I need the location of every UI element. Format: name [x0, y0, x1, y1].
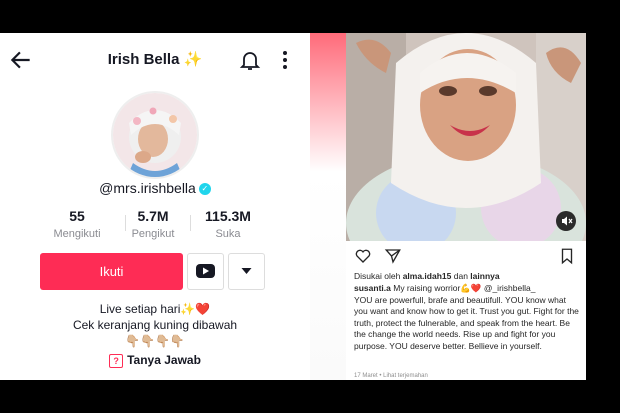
mute-button[interactable]: [556, 211, 576, 231]
mute-icon: [562, 216, 573, 226]
follow-button[interactable]: Ikuti: [40, 253, 183, 290]
caret-down-icon: [241, 268, 252, 274]
bio-line: Cek keranjang kuning dibawah: [72, 318, 238, 332]
youtube-button[interactable]: [187, 253, 224, 290]
heart-icon[interactable]: [354, 247, 372, 265]
more-vertical-icon[interactable]: [277, 48, 293, 72]
translate-link[interactable]: Lihat terjemahan: [383, 373, 428, 379]
post-video[interactable]: [346, 33, 586, 241]
youtube-icon: [196, 264, 215, 278]
likes-others[interactable]: lainnya: [470, 271, 499, 281]
more-options-button[interactable]: [228, 253, 265, 290]
profile-bio: Live setiap hari✨❤️ Cek keranjang kuning…: [0, 301, 310, 349]
send-icon[interactable]: [384, 247, 402, 265]
bio-line: 👇🏼👇🏼👇🏼👇🏼: [125, 334, 185, 348]
caption-user[interactable]: susanti.a: [354, 283, 391, 293]
profile-header: Irish Bella ✨: [0, 33, 310, 89]
liked-user[interactable]: alma.idah15: [403, 271, 452, 281]
bell-icon[interactable]: [238, 48, 262, 72]
background-strip: [310, 33, 346, 380]
qa-label: Tanya Jawab: [127, 353, 201, 367]
caption-headline: My raising worrior💪❤️ @_irishbella_: [393, 283, 536, 293]
post-caption: susanti.a My raising worrior💪❤️ @_irishb…: [354, 283, 582, 353]
profile-handle: @mrs.irishbella: [99, 180, 196, 196]
likes-mid: dan: [453, 271, 468, 281]
bio-line: Live setiap hari✨❤️: [99, 302, 211, 316]
qa-link[interactable]: ? Tanya Jawab: [0, 353, 310, 368]
bookmark-icon[interactable]: [558, 247, 576, 265]
post-date: 17 Maret: [354, 373, 378, 379]
bottom-letterbox: [0, 380, 620, 413]
question-icon: ?: [109, 353, 124, 368]
stat-likes[interactable]: 115.3M Suka: [183, 208, 273, 240]
profile-handle-row: @mrs.irishbella ✓: [0, 180, 310, 196]
stat-label: Suka: [215, 228, 241, 240]
verified-icon: ✓: [198, 183, 211, 196]
likes-prefix: Disukai oleh: [354, 271, 401, 281]
tiktok-profile-panel: Irish Bella ✨ @mrs.irishbella ✓ 55 Mengik…: [0, 33, 310, 380]
caption-body: YOU are powerfull, brafe and beautifull.…: [354, 294, 579, 351]
profile-title: Irish Bella ✨: [107, 51, 203, 68]
instagram-post-panel: Disukai oleh alma.idah15 dan lainnya sus…: [346, 241, 586, 380]
avatar[interactable]: [111, 91, 199, 179]
likes-line: Disukai oleh alma.idah15 dan lainnya: [354, 271, 500, 281]
post-date-row: 17 Maret • Lihat terjemahan: [354, 373, 428, 379]
stat-value: 115.3M: [205, 208, 251, 224]
